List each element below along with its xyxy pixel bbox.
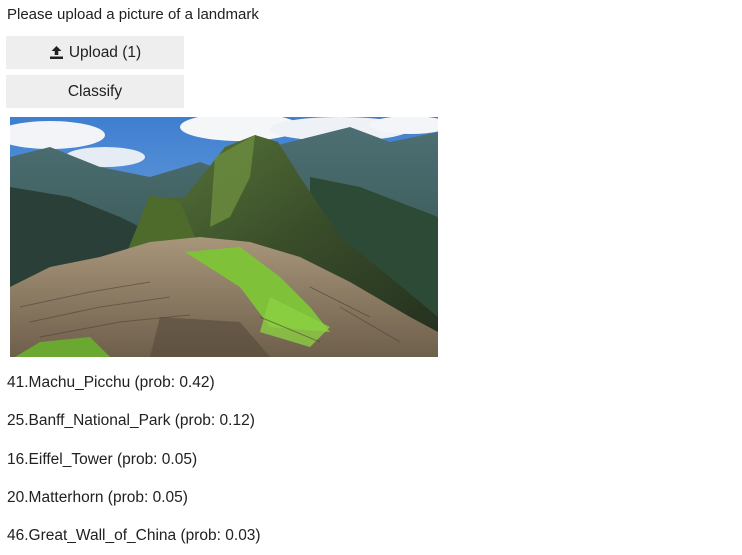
uploaded-landmark-image bbox=[10, 117, 438, 357]
prediction-item: 16.Eiffel_Tower (prob: 0.05) bbox=[7, 451, 198, 468]
classify-button[interactable]: Classify bbox=[6, 75, 184, 108]
upload-button[interactable]: Upload (1) bbox=[6, 36, 184, 69]
classify-button-label: Classify bbox=[67, 82, 123, 100]
prediction-item: 41.Machu_Picchu (prob: 0.42) bbox=[7, 374, 215, 391]
prediction-item: 46.Great_Wall_of_China (prob: 0.03) bbox=[7, 527, 261, 544]
upload-button-label: Upload (1) bbox=[68, 43, 142, 61]
upload-icon bbox=[49, 45, 64, 60]
prediction-item: 20.Matterhorn (prob: 0.05) bbox=[7, 489, 188, 506]
upload-prompt: Please upload a picture of a landmark bbox=[7, 6, 259, 23]
prediction-item: 25.Banff_National_Park (prob: 0.12) bbox=[7, 412, 255, 429]
